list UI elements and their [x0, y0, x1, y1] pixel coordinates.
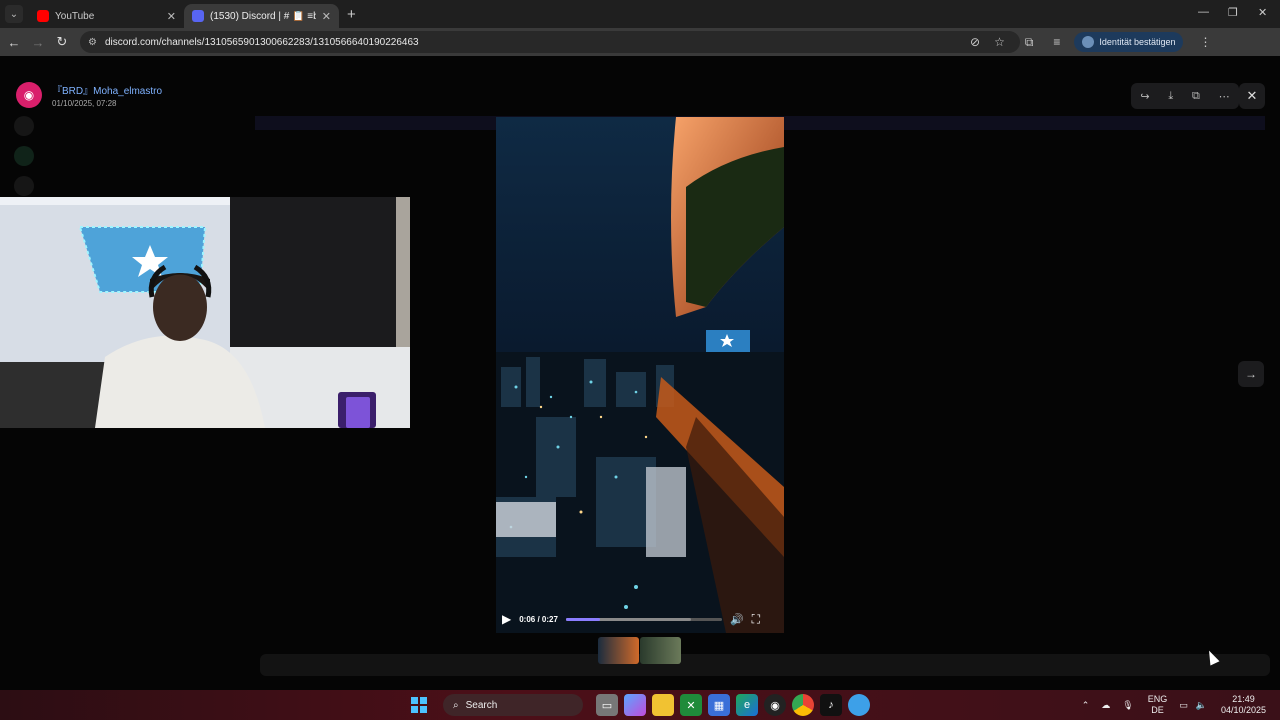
language-indicator[interactable]: ENG DE — [1148, 694, 1168, 716]
window-close-icon[interactable]: ✕ — [1258, 6, 1267, 19]
tab-strip: ⌄ YouTube ✕ (1530) Discord | # 📋 ≡burcii… — [0, 0, 1280, 28]
uploader-info: ◉ 『BRD』Moha_elmastro 01/10/2025, 07:28 — [16, 82, 162, 108]
close-icon[interactable]: ✕ — [322, 10, 331, 23]
tab-search-button[interactable]: ⌄ — [5, 5, 23, 23]
youtube-icon — [37, 10, 49, 22]
thumbnail-2[interactable] — [640, 637, 681, 664]
xbox-icon[interactable]: ✕ — [680, 694, 702, 716]
minimize-icon[interactable]: — — [1198, 6, 1209, 18]
video-controls: ▶ 0:06 / 0:27 🔊 ⛶ — [496, 606, 784, 632]
microphone-icon[interactable]: 🎙 — [1122, 700, 1133, 711]
thumbnail-strip — [598, 637, 681, 664]
folder-icon[interactable] — [652, 694, 674, 716]
tab-title: (1530) Discord | # 📋 ≡burciid- — [210, 10, 316, 22]
close-icon[interactable]: ✕ — [167, 10, 176, 23]
chrome-icon[interactable] — [792, 694, 814, 716]
taskbar: ⌕ Search ▭ ✕ ▦ e ◉ ♪ ⌃ ☁ 🎙 ENG DE ▭ 🔈 21… — [0, 690, 1280, 720]
taskbar-search[interactable]: ⌕ Search — [443, 694, 583, 716]
avatar — [1082, 36, 1095, 48]
maximize-icon[interactable]: ❐ — [1228, 6, 1238, 19]
edge-icon[interactable]: e — [736, 694, 758, 716]
media-image[interactable] — [496, 117, 784, 633]
tiktok-icon[interactable]: ♪ — [820, 694, 842, 716]
app-icon[interactable] — [848, 694, 870, 716]
download-icon[interactable]: ⤓ — [1168, 90, 1173, 103]
more-icon[interactable]: ⋯ — [1219, 90, 1230, 103]
discord-logo-icon: ◉ — [16, 82, 42, 108]
tab-discord[interactable]: (1530) Discord | # 📋 ≡burciid- ✕ — [184, 4, 339, 28]
clock-time: 21:49 — [1232, 694, 1255, 704]
upload-date: 01/10/2025, 07:28 — [52, 99, 117, 108]
open-external-icon[interactable]: ⧉ — [1192, 90, 1200, 103]
network-icon[interactable]: ▭ — [1179, 700, 1188, 711]
tab-title: YouTube — [55, 10, 95, 22]
lang-top: ENG — [1147, 694, 1168, 704]
identity-label: Identität bestätigen — [1099, 37, 1176, 47]
address-bar[interactable]: ⚙ discord.com/channels/13105659013006622… — [80, 31, 1020, 53]
forward-icon[interactable]: ↪ — [1140, 90, 1149, 103]
search-icon: ⌕ — [453, 699, 459, 711]
played-fill — [565, 617, 601, 621]
close-viewer-button[interactable]: ✕ — [1239, 83, 1265, 109]
store-icon[interactable]: ▦ — [708, 694, 730, 716]
windows-start-icon[interactable] — [408, 694, 430, 716]
viewer-toolbar: ↪ ⤓ ⧉ ⋯ — [1131, 83, 1239, 109]
identity-button[interactable]: Identität bestätigen — [1074, 32, 1184, 52]
webcam-overlay — [0, 197, 410, 428]
discord-icon — [192, 10, 204, 22]
new-tab-button[interactable]: + — [347, 6, 356, 23]
hide-icon[interactable]: ⊘ — [970, 35, 980, 49]
browser-toolbar: ← → ↻ ⚙ discord.com/channels/13105659013… — [0, 28, 1280, 56]
thumbnail-1[interactable] — [598, 637, 639, 664]
fullscreen-icon[interactable]: ⛶ — [752, 612, 760, 627]
extensions-icon[interactable]: ⧉ — [1025, 35, 1034, 50]
clock[interactable]: 21:49 04/10/2025 — [1221, 694, 1266, 716]
menu-icon[interactable]: ⋮ — [1199, 35, 1211, 49]
tab-youtube[interactable]: YouTube ✕ — [29, 4, 184, 28]
volume-icon[interactable]: 🔊 — [730, 613, 744, 626]
lang-bottom: DE — [1151, 705, 1164, 715]
file-explorer-icon[interactable]: ▭ — [596, 694, 618, 716]
onedrive-icon[interactable]: ☁ — [1101, 700, 1110, 711]
search-placeholder: Search — [465, 699, 498, 711]
copilot-icon[interactable] — [624, 694, 646, 716]
speaker-icon[interactable]: 🔈 — [1196, 700, 1207, 711]
tray-overflow-icon[interactable]: ⌃ — [1082, 700, 1090, 711]
uploader-name[interactable]: 『BRD』Moha_elmastro — [52, 82, 162, 97]
bookmark-star-icon[interactable]: ☆ — [994, 35, 1005, 49]
next-media-button[interactable]: → — [1238, 361, 1264, 387]
reload-icon[interactable]: ↻ — [50, 34, 74, 50]
video-progress-bar[interactable] — [565, 617, 722, 621]
url-text: discord.com/channels/1310565901300662283… — [104, 36, 419, 48]
play-icon[interactable]: ▶ — [502, 612, 511, 626]
github-icon[interactable]: ◉ — [764, 694, 786, 716]
site-info-icon[interactable]: ⚙ — [88, 37, 97, 48]
time-label: 0:06 / 0:27 — [519, 614, 558, 624]
back-icon[interactable]: ← — [2, 35, 26, 50]
clock-date: 04/10/2025 — [1220, 705, 1266, 715]
tab-list-icon[interactable]: ≡ — [1053, 35, 1060, 49]
ghost-message-input — [260, 654, 1270, 676]
forward-icon[interactable]: → — [26, 35, 50, 50]
